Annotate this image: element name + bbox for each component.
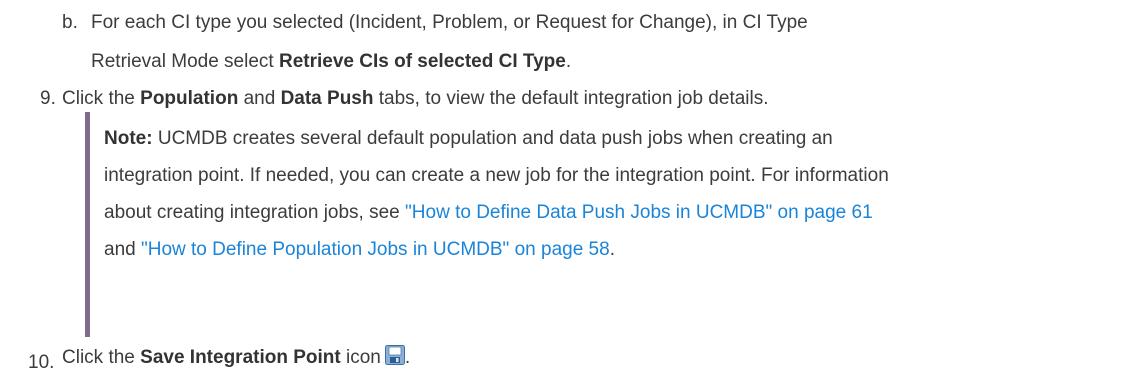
retrieve-mode-option: Retrieve CIs of selected CI Type	[278, 51, 566, 72]
note-line-4: and "How to Define Population Jobs in UC…	[104, 233, 615, 267]
step-9-number: 9.	[40, 88, 56, 109]
note-line-3: about creating integration jobs, see "Ho…	[104, 196, 873, 230]
note-line-4-suffix: .	[609, 239, 615, 260]
note-sidebar-bar	[85, 112, 90, 337]
population-tab-label: Population	[140, 88, 239, 109]
step-10-end: .	[404, 347, 411, 368]
step-9-prefix: Click the	[62, 88, 141, 109]
note-line-1: Note: UCMDB creates several default popu…	[104, 122, 833, 156]
data-push-tab-label: Data Push	[280, 88, 374, 109]
step-b-line-2-prefix: Retrieval Mode select	[91, 51, 279, 72]
note-line-4-prefix: and	[104, 239, 141, 260]
step-10-prefix: Click the	[62, 347, 141, 368]
note-line-1-text: UCMDB creates several default population…	[152, 128, 833, 149]
note-line-3-prefix: about creating integration jobs, see	[104, 202, 406, 223]
step-9-text: Click the Population and Data Push tabs,…	[62, 82, 769, 116]
save-icon	[384, 343, 405, 365]
step-b-line-2: Retrieval Mode select Retrieve CIs of se…	[91, 45, 571, 79]
step-b-marker: b.	[62, 12, 78, 33]
data-push-jobs-link[interactable]: "How to Define Data Push Jobs in UCMDB" …	[405, 202, 873, 223]
step-9-and: and	[238, 88, 281, 109]
step-b-line-1: For each CI type you selected (Incident,…	[91, 12, 808, 33]
step-10-number: 10.	[28, 352, 55, 373]
step-10-suffix: icon	[340, 347, 381, 368]
step-9-suffix: tabs, to view the default integration jo…	[373, 88, 769, 109]
step-10-text: Click the Save Integration Point icon .	[62, 341, 410, 375]
save-integration-point-label: Save Integration Point	[140, 347, 341, 368]
population-jobs-link[interactable]: "How to Define Population Jobs in UCMDB"…	[141, 239, 610, 260]
note-line-2: integration point. If needed, you can cr…	[104, 165, 889, 186]
step-b-line-2-suffix: .	[565, 51, 572, 72]
note-label: Note:	[104, 128, 153, 149]
